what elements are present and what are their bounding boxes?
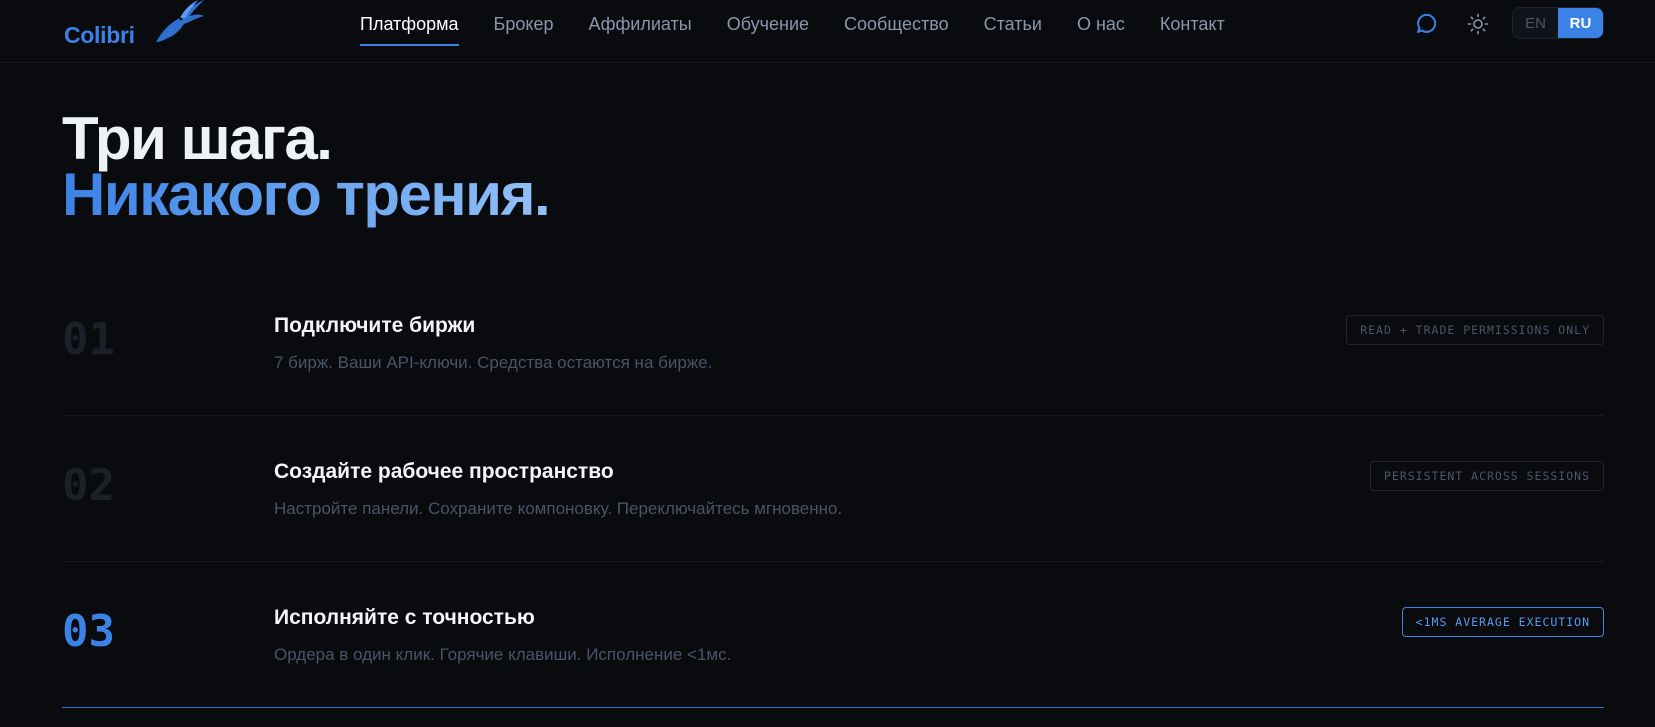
step-title: Подключите биржи — [274, 314, 476, 337]
chat-bubble-icon — [1417, 13, 1437, 33]
step-title: Создайте рабочее пространство — [274, 460, 614, 483]
step-item-active: 03 Исполняйте с точностью Ордера в один … — [62, 562, 1604, 708]
nav-item-education[interactable]: Обучение — [727, 0, 809, 48]
nav-item-affiliates[interactable]: Аффилиаты — [588, 0, 691, 48]
step-description: Настройте панели. Сохраните компоновку. … — [274, 499, 843, 518]
step-badge: <1MS AVERAGE EXECUTION — [1401, 607, 1604, 637]
language-switcher: EN RU — [1512, 7, 1604, 39]
chat-button[interactable] — [1414, 12, 1438, 36]
step-number: 02 — [62, 460, 115, 511]
language-option-en[interactable]: EN — [1513, 8, 1558, 38]
step-item: 02 Создайте рабочее пространство Настрой… — [62, 416, 1604, 562]
step-description: 7 бирж. Ваши API-ключи. Средства остаютс… — [274, 353, 713, 372]
nav-item-broker[interactable]: Брокер — [494, 0, 554, 48]
hero-heading-line2: Никакого трения. — [62, 161, 551, 228]
sun-icon — [1467, 13, 1489, 35]
step-title: Исполняйте с точностью — [274, 606, 535, 629]
step-badge: PERSISTENT ACROSS SESSIONS — [1369, 461, 1604, 491]
main-nav: Платформа Брокер Аффилиаты Обучение Сооб… — [360, 0, 1260, 48]
theme-toggle-button[interactable] — [1466, 12, 1490, 36]
step-badge: READ + TRADE PERMISSIONS ONLY — [1346, 315, 1604, 345]
language-option-ru[interactable]: RU — [1558, 8, 1603, 38]
nav-item-articles[interactable]: Статьи — [984, 0, 1042, 48]
colibri-logo[interactable]: Colibri — [62, 0, 204, 50]
nav-item-about[interactable]: О нас — [1077, 0, 1125, 48]
step-item: 01 Подключите биржи 7 бирж. Ваши API-клю… — [62, 270, 1604, 416]
step-description: Ордера в один клик. Горячие клавиши. Исп… — [274, 645, 732, 664]
nav-item-contact[interactable]: Контакт — [1160, 0, 1225, 48]
step-number: 01 — [62, 314, 115, 365]
brand-name: Colibri — [64, 22, 135, 48]
step-number: 03 — [62, 606, 115, 657]
nav-item-platform[interactable]: Платформа — [360, 0, 459, 48]
hummingbird-icon — [156, 0, 204, 42]
site-header: Colibri Платформа Брокер Аффилиаты Обуче… — [0, 0, 1655, 63]
nav-item-community[interactable]: Сообщество — [844, 0, 949, 48]
